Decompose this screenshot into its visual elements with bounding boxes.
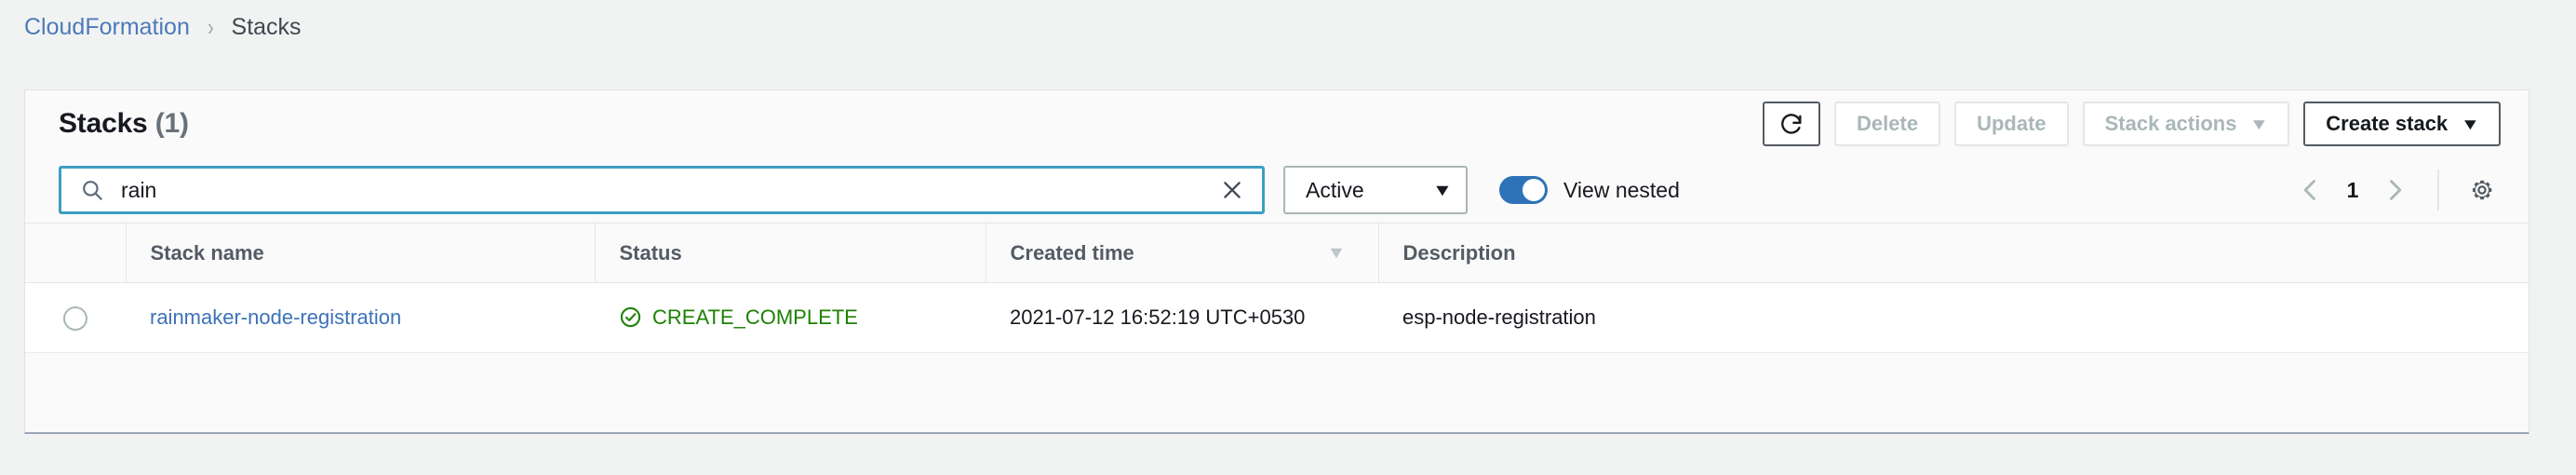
create-stack-button[interactable]: Create stack ▼ [2303, 102, 2501, 146]
chevron-down-icon: ▼ [1432, 182, 1453, 198]
chevron-down-icon: ▼ [2249, 116, 2269, 132]
search-input[interactable] [121, 178, 1215, 203]
pagination: 1 [2290, 170, 2502, 210]
status-badge: CREATE_COMPLETE [619, 304, 961, 332]
column-header-stack-name[interactable]: Stack name [126, 224, 595, 283]
column-header-created-time-label: Created time [1011, 241, 1134, 265]
update-button[interactable]: Update [1954, 102, 2069, 146]
column-header-select [25, 224, 126, 283]
filter-row: Active ▼ View nested 1 [25, 157, 2529, 223]
stacks-count: (1) [155, 108, 189, 139]
table-row[interactable]: rainmaker-node-registration CREATE_COMPL… [25, 283, 2529, 353]
row-select-cell [25, 283, 126, 353]
stack-actions-label: Stack actions [2105, 112, 2237, 136]
view-nested-toggle-group[interactable]: View nested [1499, 176, 1680, 204]
check-circle-icon [619, 305, 642, 329]
toggle-knob [1523, 179, 1545, 201]
page-title-text: Stacks [59, 108, 148, 139]
status-filter-value: Active [1306, 178, 1364, 203]
delete-button[interactable]: Delete [1834, 102, 1940, 146]
table-settings-button[interactable] [2462, 170, 2502, 210]
status-text: CREATE_COMPLETE [652, 304, 858, 332]
stacks-panel: Stacks (1) Delete Update Stack actions ▼… [24, 89, 2529, 434]
breadcrumb: CloudFormation › Stacks [0, 0, 2576, 54]
column-header-description[interactable]: Description [1378, 224, 2529, 283]
cell-status: CREATE_COMPLETE [595, 283, 986, 353]
chevron-right-icon [2381, 177, 2408, 203]
view-nested-label: View nested [1563, 178, 1680, 203]
cell-created-time: 2021-07-12 16:52:19 UTC+0530 [986, 283, 1378, 353]
pagination-divider [2437, 170, 2439, 210]
search-box[interactable] [59, 166, 1265, 214]
search-icon [80, 178, 104, 202]
chevron-down-icon: ▼ [2461, 116, 2480, 132]
chevron-left-icon [2298, 177, 2324, 203]
pagination-page-1[interactable]: 1 [2337, 178, 2368, 203]
gear-icon [2468, 176, 2496, 204]
header-actions: Delete Update Stack actions ▼ Create sta… [1763, 102, 2501, 146]
table-header-row: Stack name Status Created time ▼ [25, 224, 2529, 283]
cell-stack-name: rainmaker-node-registration [126, 283, 595, 353]
refresh-icon [1778, 111, 1805, 137]
row-radio-button[interactable] [63, 306, 87, 331]
clear-search-button[interactable] [1215, 173, 1249, 207]
panel-header: Stacks (1) Delete Update Stack actions ▼… [25, 90, 2529, 157]
breadcrumb-item-cloudformation[interactable]: CloudFormation [24, 14, 190, 41]
view-nested-toggle[interactable] [1499, 176, 1548, 204]
refresh-button[interactable] [1763, 102, 1820, 146]
chevron-right-icon: › [208, 15, 214, 39]
column-header-status-label: Status [620, 241, 682, 265]
page-title: Stacks (1) [59, 108, 189, 140]
column-header-stack-name-label: Stack name [151, 241, 264, 265]
column-header-description-label: Description [1403, 241, 1516, 265]
stack-actions-button[interactable]: Stack actions ▼ [2083, 102, 2290, 146]
close-icon [1220, 178, 1244, 202]
pagination-prev-button[interactable] [2290, 170, 2331, 210]
pagination-next-button[interactable] [2374, 170, 2415, 210]
sort-descending-icon: ▼ [1326, 243, 1346, 263]
create-stack-label: Create stack [2326, 112, 2448, 136]
table-header: Stack name Status Created time ▼ [25, 224, 2529, 283]
status-filter-select[interactable]: Active ▼ [1283, 166, 1468, 214]
cell-description: esp-node-registration [1378, 283, 2529, 353]
stack-name-link[interactable]: rainmaker-node-registration [150, 305, 401, 329]
column-header-created-time[interactable]: Created time ▼ [986, 224, 1378, 283]
stacks-table: Stack name Status Created time ▼ [25, 223, 2529, 353]
breadcrumb-item-stacks: Stacks [232, 14, 302, 41]
table-body: rainmaker-node-registration CREATE_COMPL… [25, 283, 2529, 353]
column-header-status[interactable]: Status [595, 224, 986, 283]
